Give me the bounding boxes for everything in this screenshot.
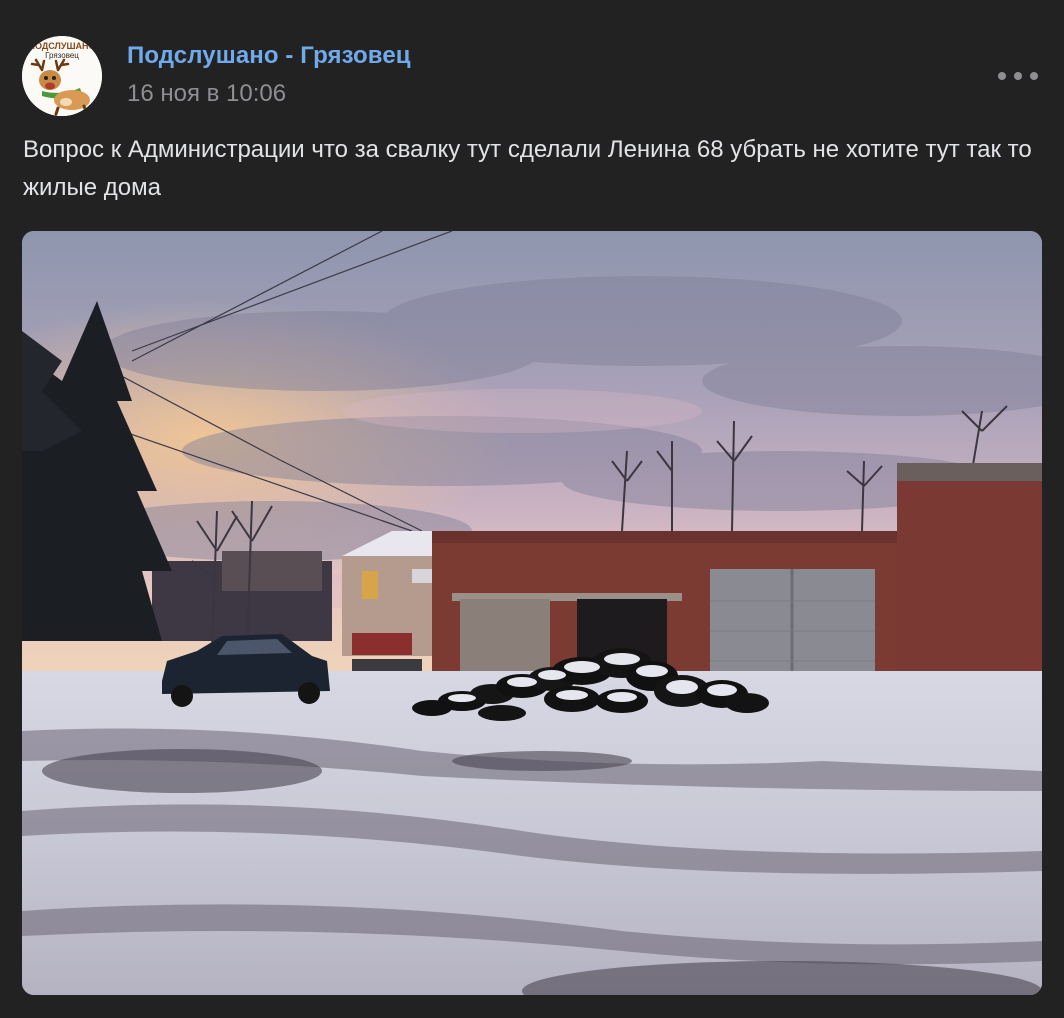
post-text: Вопрос к Администрации что за свалку тут… (23, 136, 1032, 201)
post-date[interactable]: 16 ноя в 10:06 (127, 80, 286, 108)
dot (998, 72, 1006, 80)
dot (1014, 72, 1022, 80)
logo-text-bottom: Грязовец (45, 51, 79, 60)
photo-scene (22, 231, 1042, 995)
logo-text-top: ПОДСЛУШАНО (29, 41, 96, 51)
more-horizontal-icon[interactable] (998, 66, 1038, 86)
community-avatar[interactable]: ПОДСЛУШАНО Грязовец (22, 36, 102, 116)
dot (1030, 72, 1038, 80)
author-link[interactable]: Подслушано - Грязовец (127, 42, 411, 70)
wall-post: ПОДСЛУШАНО Грязовец Подслушано - Грязове… (0, 0, 1064, 1018)
deer-logo: ПОДСЛУШАНО Грязовец (22, 36, 102, 116)
post-photo[interactable] (22, 231, 1042, 995)
